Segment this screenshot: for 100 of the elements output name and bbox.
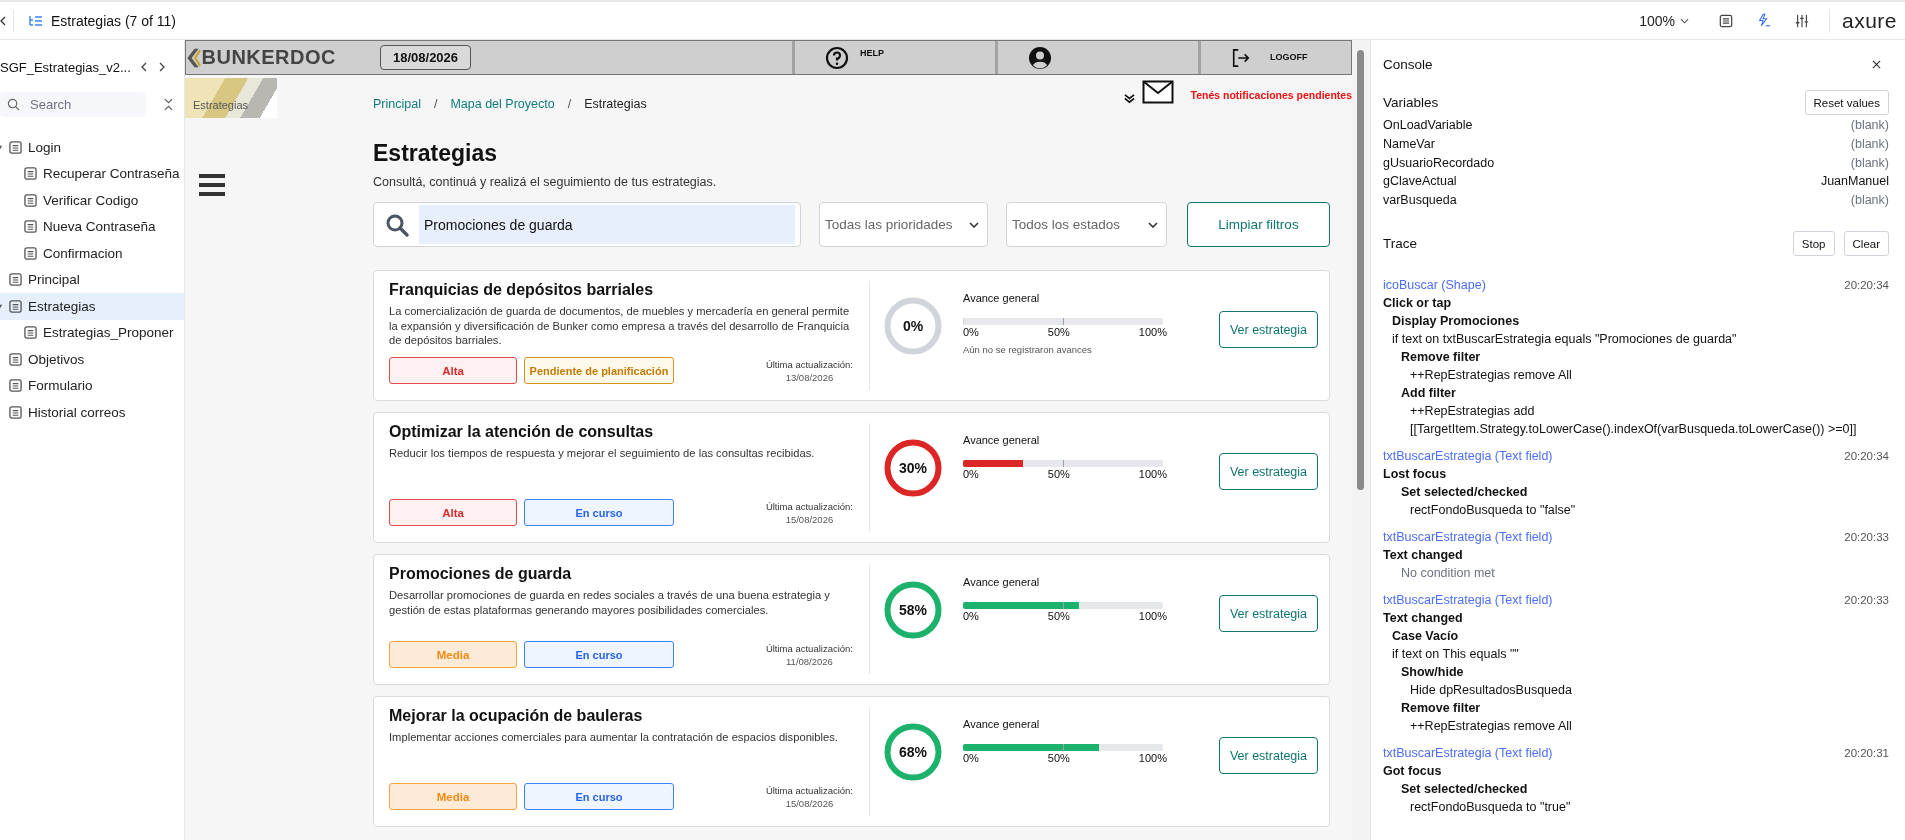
list-icon[interactable] (29, 14, 43, 27)
strategy-description: Desarrollar promociones de guarda en redes sociales a través de una buena estrategia y gestión de estas plataformas generando mayores posibilidades comerciales. (389, 588, 831, 617)
stop-button[interactable]: Stop (1792, 231, 1835, 257)
brand-logo: BUNKERDOC (201, 46, 336, 69)
variable-value: (blank) (1850, 155, 1889, 170)
scale-label: 0% (963, 468, 979, 480)
logoff-button[interactable]: LOGOFF (1231, 47, 1308, 68)
next-icon[interactable] (158, 62, 165, 72)
search-field[interactable]: Promociones de guarda (419, 205, 795, 244)
trace-source-link[interactable]: txtBuscarEstrategia (Text field) (1383, 449, 1553, 464)
trace-target: ++RepEstrategias remove All (1409, 367, 1573, 385)
sliders-icon[interactable] (1794, 13, 1809, 28)
page-icon (24, 220, 37, 234)
trace-source-link[interactable]: icoBuscar (Shape) (1383, 278, 1486, 293)
updated-label: Última actualización: (765, 641, 853, 655)
trace-target: rectFondoBusqueda to "true" (1409, 799, 1572, 817)
status-tag: Pendiente de planificación (524, 357, 674, 384)
priority-tag: Alta (389, 357, 517, 384)
section-title: Variables (1383, 95, 1439, 110)
clear-button[interactable]: Clear (1843, 231, 1889, 257)
trace-note: No condition met (1400, 565, 1496, 583)
trace-action: Add filter (1400, 385, 1457, 403)
double-chevron-icon[interactable] (1123, 93, 1135, 104)
view-strategy-button[interactable]: Ver estrategia (1219, 595, 1318, 632)
trace-target: ++RepEstrategias remove All (1409, 718, 1573, 736)
search-icon[interactable] (385, 212, 409, 237)
back-icon[interactable] (0, 15, 6, 26)
page-item[interactable]: Estrategias_Proponer (0, 319, 184, 346)
updated-date: 15/08/2026 (785, 796, 834, 810)
progress-label: Avance general (963, 291, 1041, 306)
page-icon (9, 352, 22, 366)
help-button[interactable]: HELP (825, 45, 884, 70)
page-item[interactable]: Estrategias (0, 293, 184, 320)
scale-label: 0% (963, 326, 979, 338)
page-icon (9, 299, 22, 313)
previous-icon[interactable] (140, 62, 147, 72)
variable-value: JuanManuel (1820, 174, 1889, 189)
page-item[interactable]: Objetivos (0, 346, 184, 373)
logout-icon (1231, 47, 1251, 68)
trace-time: 20:20:34 (1844, 450, 1889, 463)
variable-value: (blank) (1850, 137, 1889, 152)
page-item[interactable]: Formulario (0, 372, 184, 399)
trace-condition: if text on txtBuscarEstrategia equals "Promociones de guarda" (1391, 331, 1738, 349)
page-icon (9, 140, 22, 154)
user-icon[interactable] (1028, 45, 1052, 70)
clear-filters-button[interactable]: Limpiar filtros (1187, 202, 1330, 247)
updated-label: Última actualización: (765, 499, 853, 513)
page-title: Estrategias (7 of 11) (51, 12, 177, 29)
strategy-description: La comercialización de guarda de documentos, de muebles y mercadería en general permite la expansión y diversificación de Bunker como empresa a través del desarrollo de Franquicia de depósitos barriales. (389, 304, 851, 348)
progress-percent: 30% (898, 459, 928, 478)
search-field[interactable]: Search (0, 92, 146, 117)
status-dropdown[interactable]: Todos los estados (1006, 202, 1167, 247)
trace-event: Click or tap (1383, 295, 1453, 313)
trace-event: Lost focus (1383, 466, 1448, 484)
breadcrumb-link[interactable]: Mapa del Proyecto (450, 97, 555, 111)
page-icon (24, 246, 37, 260)
variable-name: NameVar (1383, 137, 1435, 152)
strategy-title: Mejorar la ocupación de bauleras (389, 706, 644, 726)
page-item[interactable]: Principal (0, 266, 184, 293)
breadcrumb-separator: / (433, 97, 438, 111)
trace-action: Set selected/checked (1400, 484, 1529, 502)
notes-icon[interactable] (1718, 13, 1733, 28)
page-item[interactable]: Recuperar Contraseña (0, 160, 184, 187)
scale-label: 50% (1047, 610, 1070, 622)
view-strategy-button[interactable]: Ver estrategia (1219, 737, 1318, 774)
page-subtitle: Consultá, continuá y realizá el seguimiento de tus estrategias. (373, 174, 718, 190)
trace-source-link[interactable]: txtBuscarEstrategia (Text field) (1383, 593, 1553, 608)
trace-event: Got focus (1383, 763, 1443, 781)
zoom-dropdown[interactable]: 100% (1639, 12, 1689, 29)
mail-icon[interactable] (1141, 80, 1174, 104)
trace-time: 20:20:33 (1844, 594, 1889, 607)
progress-label: Avance general (963, 575, 1041, 590)
lightning-icon[interactable] (1756, 13, 1771, 28)
notification-text: Tenés notificaciones pendientes (1190, 89, 1352, 101)
scale-label: 50% (1047, 468, 1070, 480)
view-strategy-button[interactable]: Ver estrategia (1219, 453, 1318, 490)
scale-label: 50% (1047, 752, 1070, 764)
priority-tag: Media (389, 641, 517, 668)
trace-source-link[interactable]: txtBuscarEstrategia (Text field) (1383, 746, 1553, 761)
collapse-icon[interactable] (164, 98, 173, 111)
progress-label: Avance general (963, 433, 1041, 448)
date-badge: 18/08/2026 (380, 45, 472, 70)
page-item[interactable]: Confirmacion (0, 240, 184, 267)
scale-label: 0% (963, 610, 979, 622)
close-icon[interactable] (1872, 59, 1881, 69)
priority-dropdown[interactable]: Todas las prioridades (819, 202, 988, 247)
trace-case: Case Vacío (1391, 628, 1459, 646)
page-item[interactable]: Verificar Codigo (0, 187, 184, 214)
variable-value: (blank) (1850, 118, 1889, 133)
page-item[interactable]: Historial correos (0, 399, 184, 426)
page-item[interactable]: Login (0, 134, 184, 161)
trace-source-link[interactable]: txtBuscarEstrategia (Text field) (1383, 530, 1553, 545)
menu-icon[interactable] (198, 173, 226, 197)
trace-time: 20:20:34 (1844, 279, 1889, 292)
view-strategy-button[interactable]: Ver estrategia (1219, 311, 1318, 348)
page-item[interactable]: Nueva Contraseña (0, 213, 184, 240)
updated-date: 13/08/2026 (785, 370, 834, 384)
reset-values-button[interactable]: Reset values (1804, 90, 1889, 115)
breadcrumb-link[interactable]: Principal (373, 97, 421, 111)
search-icon (7, 98, 20, 111)
